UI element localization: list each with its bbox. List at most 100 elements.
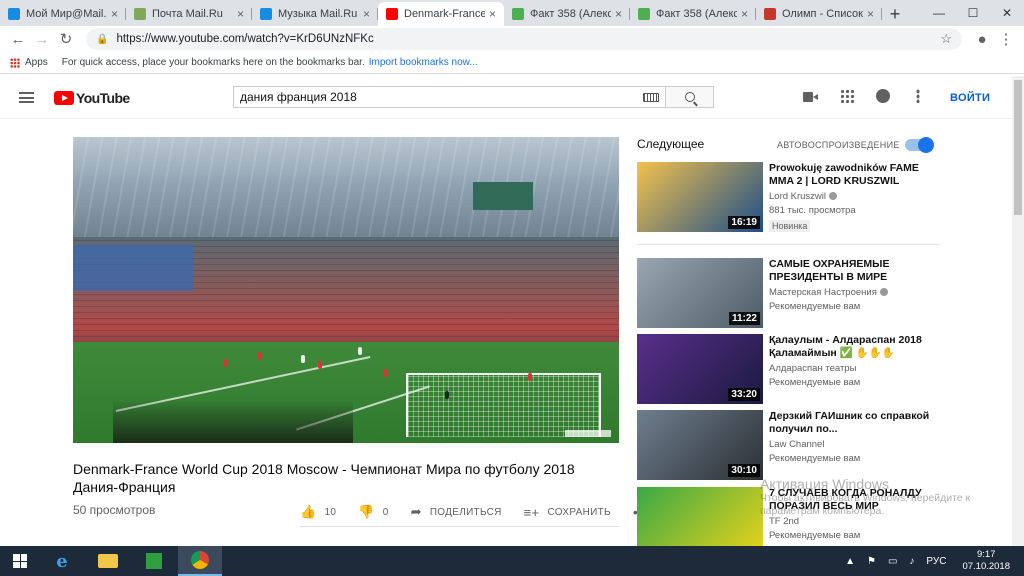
- browser-tab-strip: Мой Мир@Mail.Ru×Почта Mail.Ru×Музыка Mai…: [0, 0, 1024, 26]
- taskbar-explorer[interactable]: [86, 546, 130, 576]
- browser-tab[interactable]: Олимп - Список с ×: [756, 2, 882, 26]
- close-tab-icon[interactable]: ×: [867, 7, 874, 21]
- chrome-icon: [191, 551, 209, 569]
- close-tab-icon[interactable]: ×: [111, 7, 118, 21]
- recommended-title[interactable]: Дерзкий ГАИшник со справкой получил по..…: [769, 410, 939, 436]
- tab-title: Мой Мир@Mail.Ru: [26, 8, 107, 20]
- page-scrollbar[interactable]: [1012, 76, 1024, 546]
- stadium-roof: [73, 137, 619, 247]
- video-thumbnail[interactable]: 30:10: [637, 410, 763, 480]
- recommendation-meta: Рекомендуемые вам: [769, 453, 861, 464]
- browser-tab[interactable]: Мой Мир@Mail.Ru ×: [0, 2, 126, 26]
- forward-arrow-icon[interactable]: →: [30, 31, 54, 48]
- volume-icon[interactable]: ♪: [909, 556, 914, 567]
- browser-tab[interactable]: Факт 358 (Алексан ×: [504, 2, 630, 26]
- channel-name[interactable]: Алдараспан театры: [769, 363, 939, 374]
- video-thumbnail[interactable]: 16:19: [637, 162, 763, 232]
- back-arrow-icon[interactable]: ←: [6, 31, 30, 48]
- front-crowd: [113, 399, 353, 443]
- minimize-button[interactable]: —: [922, 0, 956, 26]
- channel-name[interactable]: Мастерская Настроения: [769, 287, 939, 298]
- dislike-count: 0: [382, 506, 389, 518]
- close-tab-icon[interactable]: ×: [363, 7, 370, 21]
- clock[interactable]: 9:17 07.10.2018: [962, 549, 1010, 573]
- channel-label[interactable]: Law Channel: [769, 439, 824, 450]
- browser-tab[interactable]: Музыка Mail.Ru - с ×: [252, 2, 378, 26]
- profile-icon[interactable]: ●: [970, 31, 994, 48]
- language-indicator[interactable]: РУС: [926, 556, 946, 567]
- browser-tab[interactable]: Почта Mail.Ru ×: [126, 2, 252, 26]
- tab-title: Почта Mail.Ru: [152, 8, 223, 20]
- verified-check-icon: [829, 192, 838, 201]
- autoplay-toggle[interactable]: [905, 137, 934, 153]
- new-tab-button[interactable]: +: [882, 2, 908, 26]
- dislike-button[interactable]: 👎 0: [358, 504, 388, 520]
- up-next-heading: Следующее: [637, 137, 705, 151]
- close-tab-icon[interactable]: ×: [615, 7, 622, 21]
- channel-name[interactable]: Lord Kruszwil: [769, 191, 939, 202]
- taskbar-store[interactable]: [132, 546, 176, 576]
- close-window-button[interactable]: ✕: [990, 0, 1024, 26]
- browser-tab[interactable]: Denmark-France ×: [378, 2, 504, 26]
- taskbar-chrome[interactable]: [178, 546, 222, 576]
- create-video-icon[interactable]: [803, 91, 819, 105]
- settings-menu-icon[interactable]: [916, 89, 920, 103]
- signin-button[interactable]: ВОЙТИ: [950, 92, 990, 104]
- youtube-logo[interactable]: YouTube: [54, 90, 130, 106]
- video-thumbnail[interactable]: [637, 487, 763, 547]
- recommended-title[interactable]: Қалаулым - Алдараспан 2018 Қаламаймын ✅ …: [769, 334, 939, 360]
- video-thumbnail[interactable]: 33:20: [637, 334, 763, 404]
- save-button[interactable]: ≡+ СОХРАНИТЬ: [524, 505, 611, 520]
- footballer: [528, 373, 532, 381]
- share-button[interactable]: ➦ ПОДЕЛИТЬСЯ: [411, 504, 502, 520]
- mail-icon: [134, 8, 146, 20]
- hamburger-menu-icon[interactable]: [19, 92, 34, 103]
- url-text[interactable]: https://www.youtube.com/watch?v=KrD6UNzN…: [116, 33, 373, 45]
- import-bookmarks-link[interactable]: Import bookmarks now...: [369, 57, 478, 68]
- recommendation-meta: Рекомендуемые вам: [769, 530, 861, 541]
- close-tab-icon[interactable]: ×: [741, 7, 748, 21]
- youtube-icon: [386, 8, 398, 20]
- document-icon: [512, 8, 524, 20]
- apps-icon[interactable]: [840, 89, 854, 103]
- recommendation-meta: Рекомендуемые вам: [769, 377, 861, 388]
- channel-name[interactable]: Law Channel: [769, 439, 939, 450]
- recommended-title[interactable]: Prowokuję zawodników FAME MMA 2 | LORD K…: [769, 162, 939, 188]
- network-icon[interactable]: ▭: [888, 556, 897, 567]
- windows-logo-icon: [13, 554, 27, 568]
- taskbar-ie[interactable]: e: [40, 546, 84, 576]
- flag-icon[interactable]: ⚑: [867, 556, 876, 567]
- clock-date: 07.10.2018: [962, 561, 1010, 572]
- star-bookmark-icon[interactable]: ☆: [940, 31, 952, 47]
- window-controls: — ☐ ✕: [922, 0, 1024, 26]
- browser-tab[interactable]: Факт 358 (Алексан ×: [630, 2, 756, 26]
- search-input[interactable]: дания франция 2018: [233, 86, 665, 108]
- recommended-title[interactable]: САМЫЕ ОХРАНЯЕМЫЕ ПРЕЗИДЕНТЫ В МИРЕ: [769, 258, 939, 284]
- recommended-video[interactable]: 11:22 САМЫЕ ОХРАНЯЕМЫЕ ПРЕЗИДЕНТЫ В МИРЕ М…: [637, 258, 939, 328]
- close-tab-icon[interactable]: ×: [489, 7, 496, 21]
- apps-shortcut[interactable]: Apps: [10, 57, 48, 68]
- reload-icon[interactable]: ↻: [54, 30, 78, 48]
- channel-label[interactable]: Lord Kruszwil: [769, 191, 826, 202]
- chrome-menu-icon[interactable]: ⋮: [994, 30, 1018, 48]
- recommended-video[interactable]: 33:20 Қалаулым - Алдараспан 2018 Қаламайм…: [637, 334, 939, 404]
- address-bar[interactable]: 🔒 https://www.youtube.com/watch?v=KrD6UN…: [86, 28, 962, 50]
- search-button[interactable]: [665, 86, 714, 108]
- recommended-video[interactable]: 16:19 Prowokuję zawodników FAME MMA 2 | L…: [637, 162, 939, 234]
- channel-label[interactable]: Алдараспан театры: [769, 363, 856, 374]
- tray-arrow-icon[interactable]: ▲: [845, 556, 855, 567]
- maximize-button[interactable]: ☐: [956, 0, 990, 26]
- video-player[interactable]: [73, 137, 619, 443]
- close-tab-icon[interactable]: ×: [237, 7, 244, 21]
- recommended-video[interactable]: 30:10 Дерзкий ГАИшник со справкой получил…: [637, 410, 939, 480]
- footballer: [318, 361, 322, 369]
- channel-label[interactable]: Мастерская Настроения: [769, 287, 877, 298]
- duration-badge: 16:19: [728, 216, 760, 229]
- messages-icon[interactable]: [876, 89, 890, 103]
- like-button[interactable]: 👍 10: [300, 504, 336, 520]
- video-thumbnail[interactable]: 11:22: [637, 258, 763, 328]
- scrollbar-thumb[interactable]: [1014, 80, 1022, 215]
- keyboard-icon[interactable]: [643, 92, 659, 102]
- start-button[interactable]: [0, 546, 40, 576]
- search-query[interactable]: дания франция 2018: [240, 90, 357, 104]
